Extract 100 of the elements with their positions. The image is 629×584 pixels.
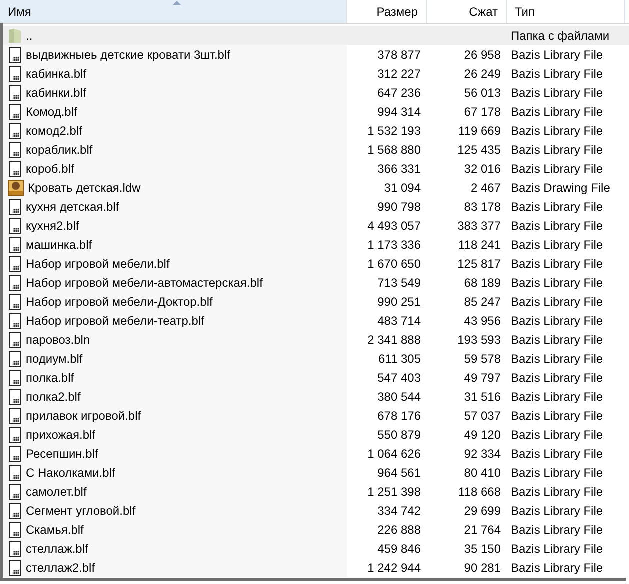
file-type: Bazis Library File	[511, 504, 604, 518]
document-icon	[8, 274, 22, 290]
file-type: Bazis Library File	[511, 466, 604, 480]
document-icon	[8, 84, 22, 100]
column-header[interactable]: Имя	[0, 0, 347, 23]
packed-size: 21 764	[464, 522, 501, 538]
document-icon	[8, 218, 22, 234]
file-name: стеллаж.blf	[26, 540, 88, 558]
file-type: Bazis Library File	[511, 484, 604, 498]
file-size: 713 549	[378, 274, 421, 292]
document-icon	[8, 370, 22, 386]
document-icon	[8, 104, 22, 120]
packed-size: 125 435	[458, 142, 501, 158]
packed-size: 31 516	[464, 388, 501, 406]
file-type: Bazis Library File	[511, 352, 604, 366]
file-name: Набор игровой мебели-Доктор.blf	[26, 294, 213, 310]
packed-size: 383 377	[458, 218, 501, 234]
file-type: Bazis Library File	[511, 142, 604, 156]
packed-size: 29 699	[464, 502, 501, 520]
file-name: Набор игровой мебели-театр.blf	[26, 312, 204, 330]
file-name: Кровать детская.ldw	[28, 180, 141, 196]
file-row[interactable]: .. Папка с файлами	[0, 26, 629, 45]
file-size: 226 888	[378, 522, 421, 538]
packed-size: 83 178	[464, 198, 501, 216]
packed-size: 119 669	[458, 122, 501, 140]
file-name: Набор игровой мебели-автомастерская.blf	[26, 274, 263, 292]
file-type: Bazis Library File	[511, 294, 604, 308]
file-size: 990 251	[378, 294, 421, 310]
packed-size: 67 178	[464, 104, 501, 120]
packed-size: 57 037	[464, 408, 501, 424]
file-name: Комод.blf	[26, 104, 78, 120]
file-type: Bazis Library File	[511, 86, 604, 100]
file-type: Bazis Library File	[511, 276, 604, 290]
document-icon	[8, 142, 22, 158]
file-name: полка2.blf	[26, 388, 81, 406]
file-type: Bazis Library File	[511, 408, 604, 422]
file-name: Ресепшин.blf	[26, 446, 98, 462]
document-icon	[8, 426, 22, 442]
document-icon	[8, 502, 22, 518]
file-name: прихожая.blf	[26, 426, 96, 444]
packed-size: 125 817	[458, 256, 501, 272]
packed-size: 85 247	[464, 294, 501, 310]
document-icon	[8, 484, 22, 500]
file-type: Bazis Library File	[511, 390, 604, 404]
file-size: 334 742	[378, 502, 421, 520]
file-type: Bazis Library File	[511, 200, 604, 214]
file-type: Bazis Library File	[511, 560, 604, 574]
file-size: 459 846	[378, 540, 421, 558]
file-type: Папка с файлами	[511, 28, 610, 42]
packed-size: 193 593	[458, 332, 501, 348]
file-name: выдвижныеь детские кровати 3шт.blf	[26, 46, 230, 64]
packed-size: 56 013	[464, 84, 501, 102]
file-name: С Наколками.blf	[26, 464, 116, 482]
file-size: 2 341 888	[368, 332, 421, 348]
document-icon	[8, 66, 22, 82]
document-icon	[8, 560, 22, 576]
file-type: Bazis Library File	[511, 332, 604, 346]
file-name: кабинка.blf	[26, 66, 87, 82]
file-size: 1 670 650	[368, 256, 421, 272]
file-size: 547 403	[378, 370, 421, 386]
file-type: Bazis Library File	[511, 48, 604, 62]
document-icon	[8, 540, 22, 556]
file-size: 312 227	[378, 66, 421, 82]
file-name: короб.blf	[26, 160, 74, 178]
file-size: 611 305	[378, 350, 421, 368]
file-type: Bazis Library File	[511, 218, 604, 232]
packed-size: 2 467	[470, 180, 501, 196]
document-icon	[8, 388, 22, 404]
file-size: 990 798	[378, 198, 421, 216]
packed-size: 26 958	[464, 46, 501, 64]
file-type: Bazis Library File	[511, 124, 604, 138]
file-name: полка.blf	[26, 370, 74, 386]
file-type: Bazis Library File	[511, 66, 604, 80]
file-size: 378 877	[378, 46, 421, 64]
file-size: 31 094	[384, 180, 421, 196]
file-size: 1 064 626	[368, 446, 421, 462]
file-type: Bazis Library File	[511, 238, 604, 252]
packed-size: 68 189	[464, 274, 501, 292]
document-icon	[8, 160, 22, 176]
file-size: 964 561	[378, 464, 421, 482]
document-icon	[8, 350, 22, 366]
file-type: Bazis Library File	[511, 162, 604, 176]
document-icon	[8, 408, 22, 424]
file-size: 380 544	[378, 388, 421, 406]
file-size: 550 879	[378, 426, 421, 444]
file-size: 1 532 193	[368, 122, 421, 140]
packed-size: 32 016	[464, 160, 501, 178]
document-icon	[8, 256, 22, 272]
file-type: Bazis Library File	[511, 542, 604, 556]
file-name: прилавок игровой.blf	[26, 408, 142, 424]
packed-size: 26 249	[464, 66, 501, 82]
file-size: 1 568 880	[368, 142, 421, 158]
document-icon	[8, 464, 22, 480]
packed-size: 90 281	[464, 560, 501, 576]
file-name: Скамья.blf	[26, 522, 84, 538]
file-name: кабинки.blf	[26, 84, 86, 102]
file-name: ..	[26, 28, 33, 44]
file-type: Bazis Library File	[511, 256, 604, 270]
file-type: Bazis Library File	[511, 370, 604, 384]
file-name: самолет.blf	[26, 484, 87, 500]
